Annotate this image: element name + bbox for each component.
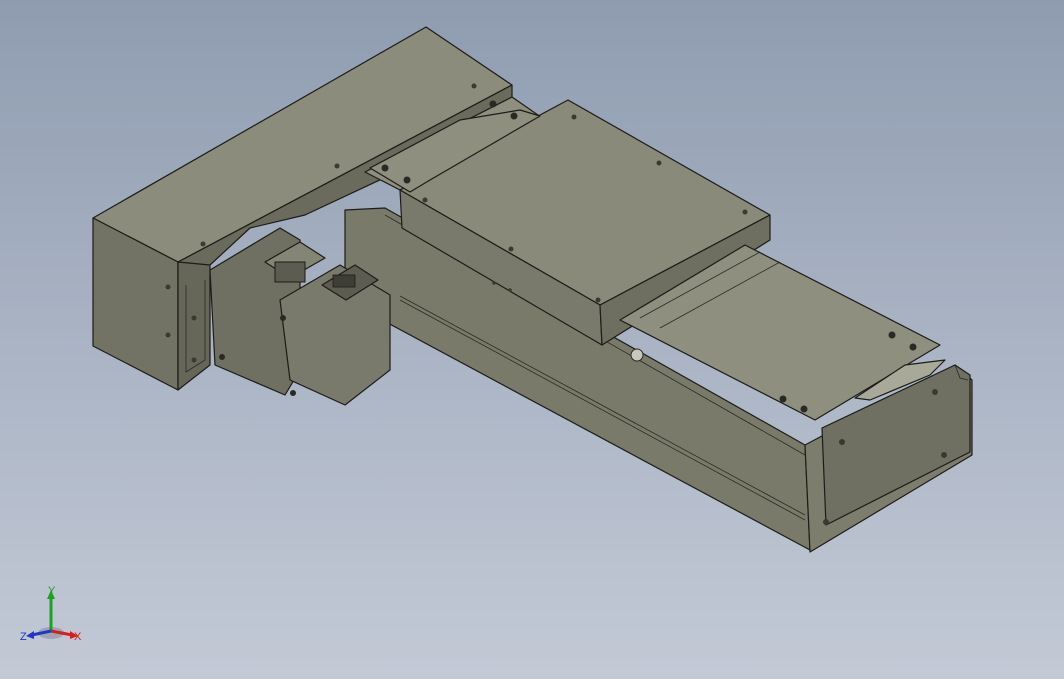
screw-hole-icon xyxy=(200,241,206,247)
screw-hole-icon xyxy=(510,112,518,120)
screw-hole-icon xyxy=(508,246,514,252)
y-axis-label: Y xyxy=(48,585,56,597)
connector-icon xyxy=(274,261,306,283)
screw-hole-icon xyxy=(595,297,601,303)
screw-hole-icon xyxy=(191,357,197,363)
screw-hole-icon xyxy=(932,389,938,395)
linear-actuator-model[interactable] xyxy=(92,26,973,553)
screw-hole-icon xyxy=(909,343,917,351)
screw-hole-icon xyxy=(571,114,577,120)
screw-hole-icon xyxy=(381,164,389,172)
screw-hole-icon xyxy=(823,519,829,525)
screw-hole-icon xyxy=(191,315,197,321)
screw-hole-icon xyxy=(290,390,296,396)
connector-icon xyxy=(332,274,356,288)
screw-hole-icon xyxy=(492,281,496,285)
cad-viewport[interactable] xyxy=(0,0,1064,679)
screw-hole-icon xyxy=(165,332,171,338)
screw-hole-icon xyxy=(508,288,512,292)
screw-hole-icon xyxy=(280,315,286,321)
x-axis-label: X xyxy=(74,631,82,643)
screw-hole-icon xyxy=(489,100,497,108)
coordinate-triad: Y X Z xyxy=(18,585,88,650)
limit-sensor-icon xyxy=(630,348,644,362)
screw-hole-icon xyxy=(219,354,225,360)
screw-hole-icon xyxy=(471,83,477,89)
z-axis-label: Z xyxy=(20,631,27,643)
screw-hole-icon xyxy=(941,452,947,458)
screw-hole-icon xyxy=(403,176,411,184)
screw-hole-icon xyxy=(656,160,662,166)
screw-hole-icon xyxy=(742,209,748,215)
screw-hole-icon xyxy=(779,395,787,403)
screw-hole-icon xyxy=(334,163,340,169)
screw-hole-icon xyxy=(839,439,845,445)
screw-hole-icon xyxy=(800,405,808,413)
screw-hole-icon xyxy=(165,284,171,290)
screw-hole-icon xyxy=(422,197,428,203)
screw-hole-icon xyxy=(888,331,896,339)
